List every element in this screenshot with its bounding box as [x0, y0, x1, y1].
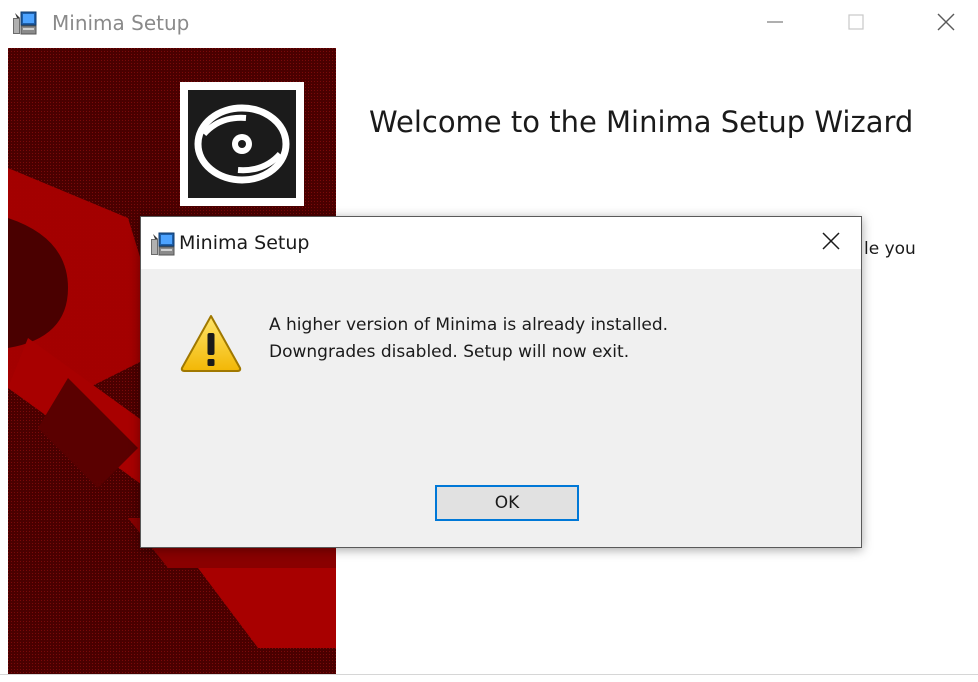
setup-window: Minima Setup Welcome to the Minima Setup…	[0, 0, 978, 682]
error-dialog: Minima Setup A higher version of Minima …	[140, 216, 862, 548]
ok-button[interactable]: OK	[435, 485, 579, 521]
warning-icon	[179, 313, 243, 373]
close-icon	[935, 11, 957, 37]
window-title: Minima Setup	[52, 11, 190, 35]
window-titlebar[interactable]: Minima Setup	[0, 0, 978, 48]
window-close-button[interactable]	[916, 0, 976, 48]
maximize-button[interactable]	[826, 0, 886, 48]
close-icon	[820, 230, 842, 256]
dialog-message: A higher version of Minima is already in…	[269, 312, 668, 366]
message-line: Downgrades disabled. Setup will now exit…	[269, 342, 630, 362]
dialog-close-button[interactable]	[811, 223, 851, 263]
maximize-icon	[846, 12, 866, 36]
installer-icon	[149, 230, 177, 258]
dialog-titlebar[interactable]: Minima Setup	[141, 217, 861, 269]
wizard-heading: Welcome to the Minima Setup Wizard	[369, 105, 914, 139]
installer-icon	[11, 9, 39, 37]
message-line: A higher version of Minima is already in…	[269, 315, 669, 335]
wizard-body-text: le you	[864, 239, 916, 259]
footer-divider	[0, 674, 978, 675]
minimize-icon	[765, 12, 785, 36]
dialog-title: Minima Setup	[179, 232, 310, 254]
minimize-button[interactable]	[745, 0, 805, 48]
